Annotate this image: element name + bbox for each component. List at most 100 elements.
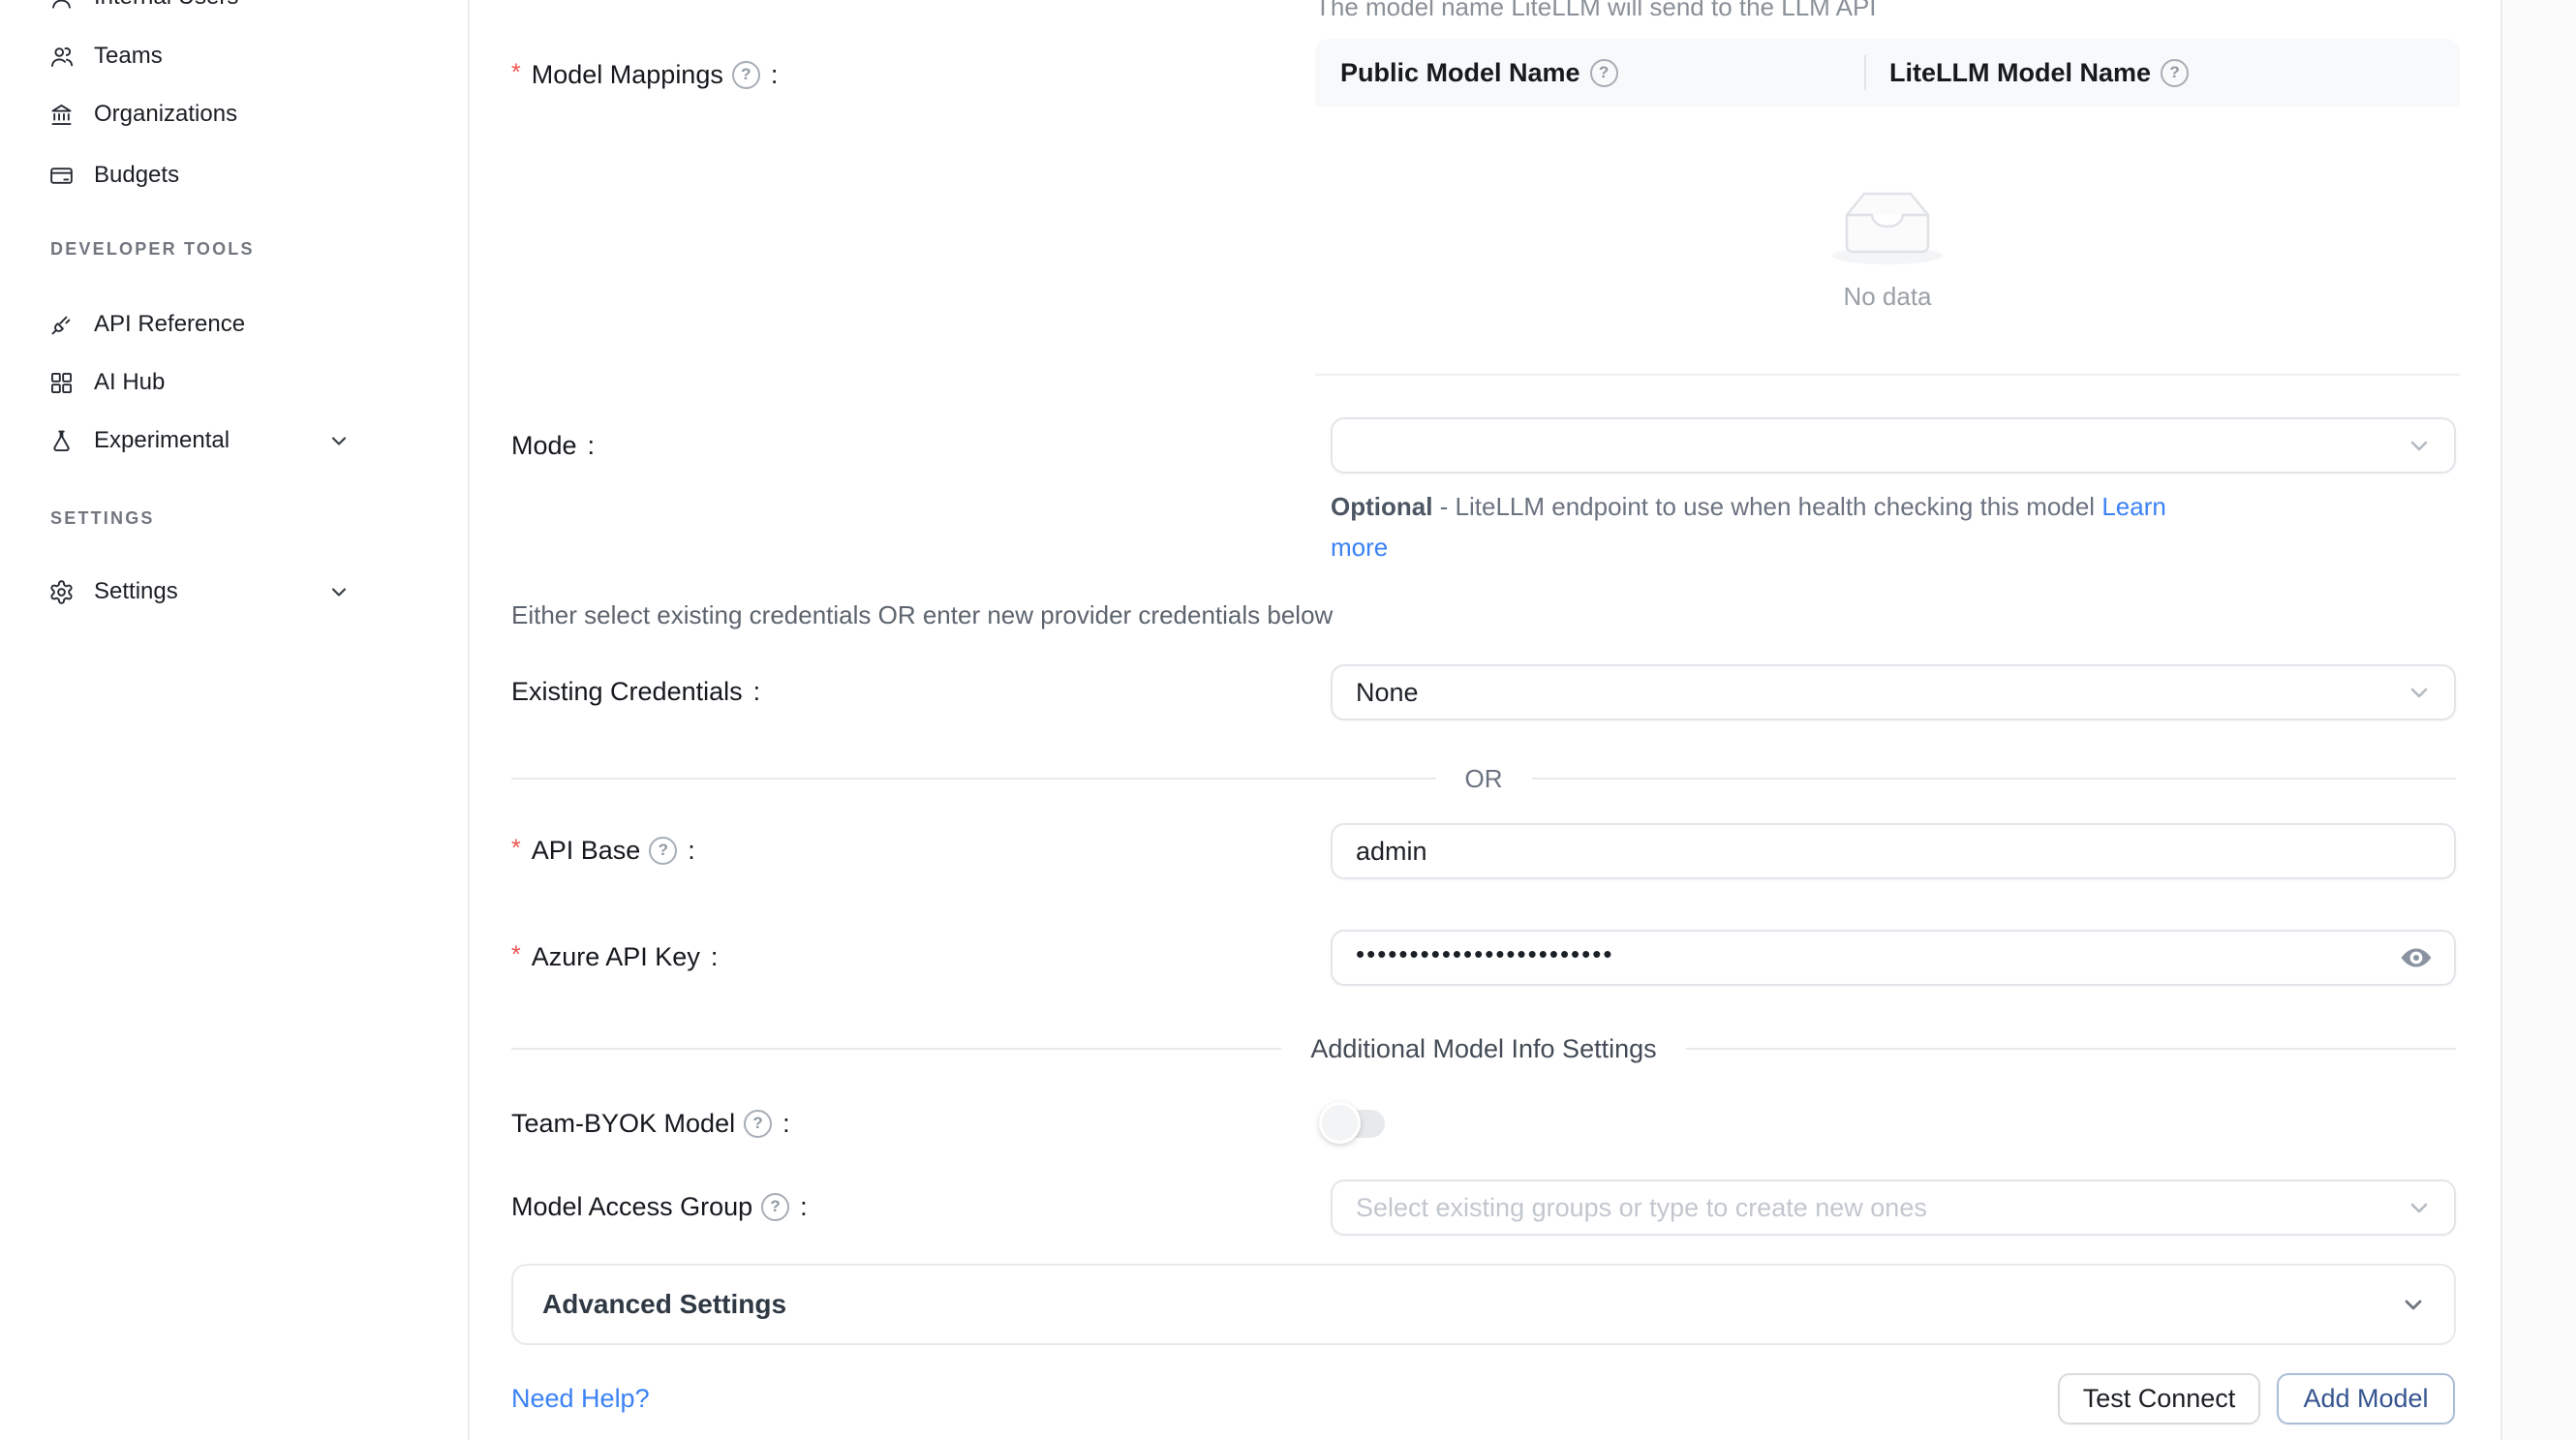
additional-info-divider-label: Additional Model Info Settings [1281,1034,1685,1064]
chevron-down-icon [2404,1192,2435,1223]
plug-icon [48,312,75,338]
sidebar-item-label: Organizations [94,101,237,128]
required-mark: * [511,835,521,863]
help-icon[interactable]: ? [649,837,677,865]
chevron-down-icon [2404,677,2435,708]
credentials-note: Either select existing credentials OR en… [511,600,1333,630]
divider-line [1532,778,2457,780]
gear-icon [48,579,75,605]
sidebar: Internal Users Teams Organizations Budge… [0,0,470,1440]
sidebar-item-experimental[interactable]: Experimental [48,423,436,458]
chevron-down-icon [2398,1289,2429,1320]
test-connect-button[interactable]: Test Connect [2058,1373,2260,1425]
model-access-group-label: Model Access Group [511,1192,752,1222]
model-access-group-label-row: Model Access Group ? : [511,1187,808,1226]
required-mark: * [511,941,521,969]
api-base-input[interactable]: admin [1331,823,2456,879]
sidebar-item-label: Settings [94,578,178,605]
api-base-value: admin [1356,837,1427,867]
sidebar-item-label: Experimental [94,427,230,454]
sidebar-item-label: AI Hub [94,369,165,396]
label-colon: : [711,942,719,972]
team-byok-toggle[interactable] [1319,1102,1389,1145]
column-divider [1864,55,1866,90]
existing-credentials-value: None [1356,678,1419,708]
azure-api-key-input[interactable]: •••••••••••••••••••••••• [1331,930,2456,986]
mode-select[interactable] [1331,417,2456,474]
sidebar-item-internal-users[interactable]: Internal Users [48,0,436,15]
mode-helper-text: Optional - LiteLLM endpoint to use when … [1331,486,2464,567]
bank-icon [48,102,75,128]
sidebar-item-label: API Reference [94,311,245,338]
sidebar-item-teams[interactable]: Teams [48,39,436,74]
page-right-gutter [2500,0,2576,1440]
sidebar-section-settings: SETTINGS [50,508,155,529]
label-colon: : [688,836,695,866]
sidebar-item-settings[interactable]: Settings [48,574,436,609]
label-colon: : [588,431,596,461]
mode-helper-bold: Optional [1331,492,1432,521]
chevron-down-icon [327,580,351,603]
label-colon: : [800,1192,808,1222]
sidebar-item-label: Budgets [94,162,179,189]
model-mappings-label-row: * Model Mappings ? : [511,55,778,94]
sidebar-section-developer-tools: DEVELOPER TOOLS [50,239,255,260]
no-data-text: No data [1315,282,2460,312]
column-header-label: LiteLLM Model Name [1889,58,2151,88]
api-base-label: API Base [532,836,641,866]
chevron-down-icon [2404,430,2435,461]
users-icon [48,44,75,70]
label-colon: : [753,677,761,707]
mode-helper-rest: - LiteLLM endpoint to use when health ch… [1432,492,2101,521]
or-divider-label: OR [1436,764,1532,794]
add-model-button[interactable]: Add Model [2277,1373,2455,1425]
advanced-settings-title: Advanced Settings [542,1289,786,1320]
sidebar-item-organizations[interactable]: Organizations [48,97,436,132]
azure-api-key-masked-value: •••••••••••••••••••••••• [1356,939,1613,969]
additional-info-divider: Additional Model Info Settings [511,1034,2456,1063]
label-colon: : [771,60,779,90]
empty-inbox-icon [1827,178,1947,267]
existing-credentials-select[interactable]: None [1331,664,2456,720]
team-byok-label-row: Team-BYOK Model ? : [511,1104,790,1143]
flask-icon [48,428,75,454]
help-icon[interactable]: ? [1590,59,1618,87]
required-mark: * [511,59,521,87]
mode-label: Mode [511,431,577,461]
chevron-down-icon [327,429,351,452]
sidebar-item-api-reference[interactable]: API Reference [48,307,436,342]
table-header: Public Model Name ? LiteLLM Model Name ? [1315,39,2460,107]
need-help-link[interactable]: Need Help? [511,1384,650,1414]
model-access-group-select[interactable]: Select existing groups or type to create… [1331,1180,2456,1236]
existing-credentials-label: Existing Credentials [511,677,743,707]
divider-line [1686,1048,2456,1050]
divider-line [511,1048,1281,1050]
column-header-litellm-model-name: LiteLLM Model Name ? [1864,58,2189,88]
sidebar-item-label: Internal Users [94,0,238,11]
api-base-label-row: * API Base ? : [511,831,695,870]
advanced-settings-panel[interactable]: Advanced Settings [511,1264,2456,1345]
help-icon[interactable]: ? [2161,59,2189,87]
learn-more-link[interactable]: Learn [2101,492,2166,521]
eye-icon[interactable] [2400,941,2433,974]
grid-icon [48,370,75,396]
sidebar-item-ai-hub[interactable]: AI Hub [48,365,436,400]
existing-credentials-label-row: Existing Credentials : [511,672,760,711]
sidebar-item-label: Teams [94,43,163,70]
azure-api-key-label-row: * Azure API Key : [511,937,718,976]
mode-label-row: Mode : [511,426,595,465]
toggle-knob [1319,1102,1361,1144]
model-access-group-placeholder: Select existing groups or type to create… [1356,1193,1927,1223]
model-mappings-caption: The model name LiteLLM will send to the … [1315,0,1877,22]
help-icon[interactable]: ? [732,61,760,89]
or-divider: OR [511,764,2456,793]
sidebar-item-budgets[interactable]: Budgets [48,158,436,193]
help-icon[interactable]: ? [761,1193,789,1221]
column-header-label: Public Model Name [1340,58,1580,88]
model-mappings-label: Model Mappings [532,60,723,90]
help-icon[interactable]: ? [744,1110,772,1138]
model-mappings-table: Public Model Name ? LiteLLM Model Name ?… [1315,39,2460,376]
learn-more-link[interactable]: more [1331,533,1388,562]
divider-line [511,778,1436,780]
label-colon: : [782,1109,790,1139]
